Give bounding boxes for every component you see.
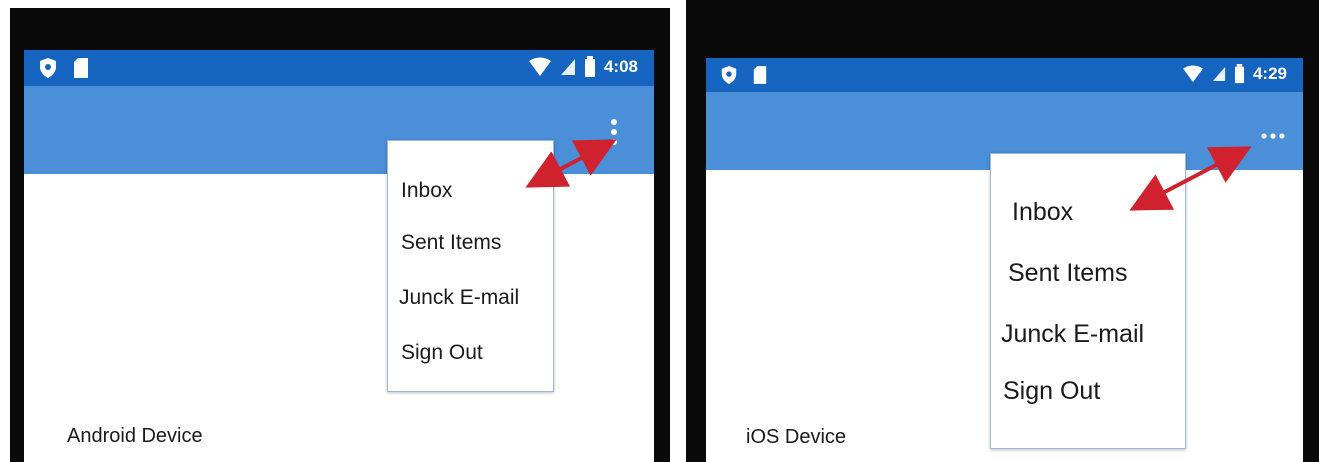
horizontal-ellipsis-icon[interactable]	[1260, 128, 1286, 139]
sim-card-icon	[74, 58, 88, 78]
android-phone-frame: 4:08 Inbox Sent Items Junck E-mail Sign …	[10, 8, 670, 462]
cell-signal-icon	[1212, 67, 1226, 81]
menu-item-sign-out[interactable]: Sign Out	[1003, 377, 1100, 406]
android-status-bar: 4:08	[24, 50, 654, 86]
android-overflow-menu: Inbox Sent Items Junck E-mail Sign Out	[387, 140, 554, 392]
android-screen: 4:08 Inbox Sent Items Junck E-mail Sign …	[24, 50, 654, 462]
menu-item-sign-out[interactable]: Sign Out	[401, 341, 483, 365]
wifi-icon	[528, 57, 551, 76]
battery-icon	[1234, 64, 1245, 84]
menu-item-sent-items[interactable]: Sent Items	[1008, 259, 1128, 288]
android-device-label: Android Device	[67, 425, 203, 447]
menu-item-inbox[interactable]: Inbox	[401, 179, 452, 203]
wifi-icon	[1183, 65, 1203, 83]
battery-icon	[584, 56, 595, 77]
menu-item-sent-items[interactable]: Sent Items	[401, 231, 501, 255]
cell-signal-icon	[560, 59, 575, 75]
menu-item-inbox[interactable]: Inbox	[1012, 198, 1073, 227]
ios-screen: 4:29 Inbox Sent Items Junck E-mail Sign …	[706, 58, 1303, 462]
status-time: 4:08	[603, 57, 638, 76]
ios-device-label: iOS Device	[746, 426, 847, 448]
menu-item-junk-email[interactable]: Junck E-mail	[399, 286, 519, 310]
ios-phone-frame: 4:29 Inbox Sent Items Junck E-mail Sign …	[686, 0, 1319, 462]
android-app-bar	[24, 86, 654, 174]
vertical-ellipsis-icon[interactable]	[608, 116, 620, 152]
ios-status-bar: 4:29	[706, 58, 1303, 92]
status-time: 4:29	[1252, 64, 1287, 83]
menu-item-junk-email[interactable]: Junck E-mail	[1001, 320, 1144, 349]
shield-icon	[40, 58, 56, 78]
sim-card-icon	[753, 66, 767, 84]
shield-icon	[721, 66, 737, 84]
ios-overflow-menu: Inbox Sent Items Junck E-mail Sign Out	[990, 153, 1186, 449]
